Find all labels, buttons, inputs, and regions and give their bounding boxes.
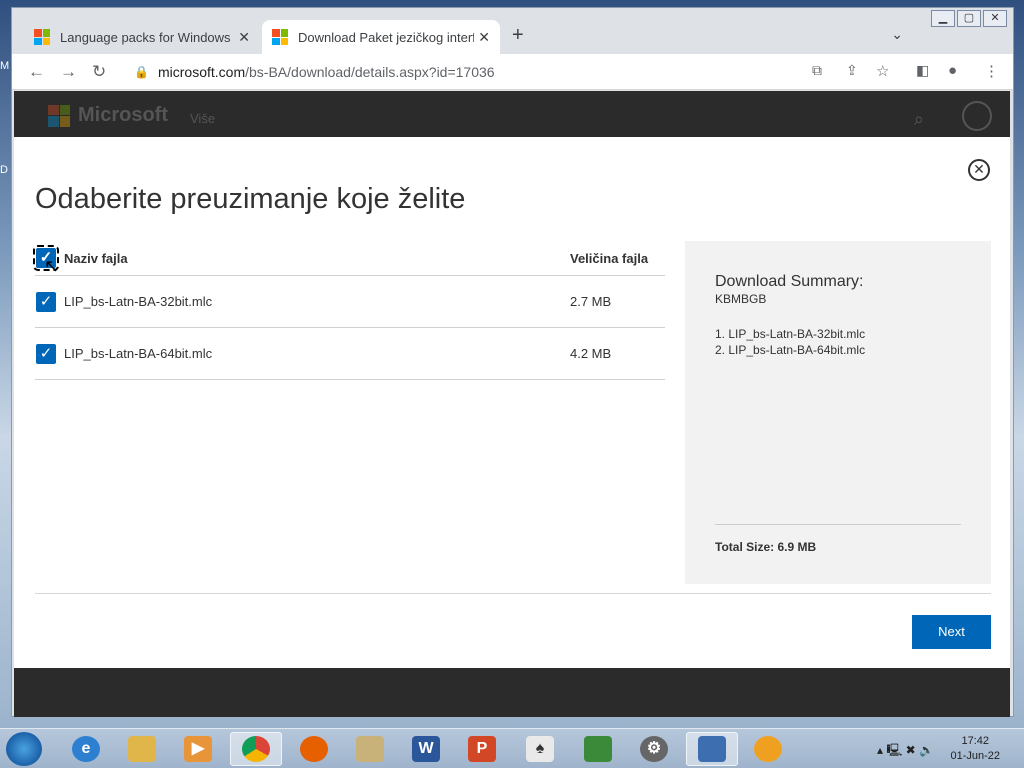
summary-divider — [715, 524, 961, 525]
list-item: 1. LIP_bs-Latn-BA-32bit.mlc — [715, 327, 866, 341]
close-window-button[interactable]: ✕ — [983, 10, 1007, 27]
address-bar[interactable]: 🔒 microsoft.com/bs-BA/download/details.a… — [122, 58, 902, 86]
profile-icon[interactable]: ● — [948, 62, 957, 79]
next-button[interactable]: Next — [912, 615, 991, 649]
file-checkbox[interactable]: ✓ — [36, 343, 56, 364]
browser-toolbar: ← → ↻ 🔒 microsoft.com/bs-BA/download/det… — [12, 54, 1013, 90]
taskbar: e ▶ W P ♠ ⚙ ▴ 🖳 ✖ 🔊 17:42 01-Jun-22 — [0, 728, 1024, 768]
menu-kebab-icon[interactable]: ⋮ — [984, 62, 999, 80]
desktop-icon-label: M — [0, 60, 10, 72]
site-footer — [14, 668, 1010, 717]
vpn-shield-icon[interactable] — [742, 732, 794, 766]
close-modal-icon[interactable]: ✕ — [968, 159, 990, 181]
word-icon[interactable]: W — [400, 732, 452, 766]
summary-list: 1. LIP_bs-Latn-BA-32bit.mlc 2. LIP_bs-La… — [715, 326, 865, 358]
file-name: LIP_bs-Latn-BA-32bit.mlc — [64, 294, 213, 309]
solitaire-icon[interactable]: ♠ — [514, 732, 566, 766]
internet-explorer-icon[interactable]: e — [60, 732, 112, 766]
tab-download-paket[interactable]: Download Paket jezičkog interfejsa ✕ — [262, 20, 500, 54]
clock-date: 01-Jun-22 — [950, 750, 1000, 762]
close-tab-icon[interactable]: ✕ — [238, 29, 250, 46]
tab-strip: Language packs for Windows ✕ Download Pa… — [12, 8, 1013, 54]
brand-text: Microsoft — [78, 104, 168, 126]
modal-title: Odaberite preuzimanje koje želite — [35, 183, 466, 215]
table-header: ✓ Naziv fajla Veličina fajla — [33, 241, 665, 276]
microsoft-logo-icon — [272, 29, 288, 45]
summary-units: KBMBGB — [715, 292, 767, 306]
microsoft-logo[interactable]: Microsoft — [48, 104, 168, 127]
clock[interactable]: 17:42 01-Jun-22 — [950, 734, 1000, 764]
microsoft-logo-icon — [48, 104, 70, 127]
search-icon[interactable]: ⌕ — [914, 109, 924, 130]
web-page: Microsoft Više ⌕ ✕ Odaberite preuzimanje… — [14, 91, 1010, 717]
window-controls: ▁ ▢ ✕ — [929, 10, 1007, 27]
col-name-header: Naziv fajla — [64, 250, 128, 266]
media-player-icon[interactable]: ▶ — [172, 732, 224, 766]
bookmark-star-icon[interactable]: ☆ — [876, 62, 889, 80]
firefox-icon[interactable] — [288, 732, 340, 766]
url-path: /bs-BA/download/details.aspx?id=17036 — [245, 64, 495, 80]
modal-divider — [35, 593, 991, 594]
table-row: ✓ LIP_bs-Latn-BA-64bit.mlc 4.2 MB — [35, 328, 665, 380]
reload-icon[interactable]: ↻ — [92, 62, 106, 82]
table-row: ✓ LIP_bs-Latn-BA-32bit.mlc 2.7 MB — [35, 276, 665, 328]
file-table: ✓ Naziv fajla Veličina fajla ✓ LIP_bs-La… — [33, 241, 665, 380]
minimize-button[interactable]: ▁ — [931, 10, 955, 27]
tab-title: Download Paket jezičkog interfejsa — [298, 29, 474, 45]
mouse-cursor-icon: ↖ — [44, 256, 60, 276]
tab-search-dropdown-icon[interactable]: ⌄ — [891, 26, 903, 43]
clock-time: 17:42 — [961, 735, 989, 747]
paint-icon[interactable] — [344, 732, 396, 766]
col-size-header: Veličina fajla — [570, 250, 649, 266]
file-name: LIP_bs-Latn-BA-64bit.mlc — [64, 346, 213, 361]
back-icon[interactable]: ← — [28, 62, 45, 82]
file-explorer-icon[interactable] — [116, 732, 168, 766]
start-button[interactable] — [6, 732, 42, 766]
microsoft-logo-icon — [34, 29, 50, 45]
account-icon[interactable] — [962, 101, 992, 131]
tab-language-packs[interactable]: Language packs for Windows ✕ — [24, 20, 260, 54]
new-tab-button[interactable]: + — [512, 24, 524, 47]
site-header: Microsoft Više ⌕ — [14, 91, 1010, 137]
file-size: 2.7 MB — [570, 294, 612, 309]
system-tray[interactable]: ▴ 🖳 ✖ 🔊 — [877, 741, 934, 762]
side-panel-icon[interactable]: ◧ — [916, 62, 929, 79]
list-item: 2. LIP_bs-Latn-BA-64bit.mlc — [715, 343, 866, 357]
app-icon[interactable] — [572, 732, 624, 766]
nav-more-link[interactable]: Više — [190, 111, 215, 126]
close-tab-icon[interactable]: ✕ — [478, 29, 490, 46]
file-checkbox[interactable]: ✓ — [36, 291, 56, 312]
file-size: 4.2 MB — [570, 346, 612, 361]
share-icon[interactable]: ⇪ — [846, 62, 858, 79]
tab-title: Language packs for Windows — [60, 29, 231, 45]
chrome-icon[interactable] — [230, 732, 282, 766]
url-host: microsoft.com — [158, 64, 246, 80]
forward-icon[interactable]: → — [60, 62, 77, 82]
browser-window: Language packs for Windows ✕ Download Pa… — [11, 7, 1014, 717]
desktop-icon-label: D — [0, 164, 8, 176]
total-size: Total Size: 6.9 MB — [715, 540, 817, 554]
settings-gear-icon[interactable]: ⚙ — [628, 732, 680, 766]
control-panel-icon[interactable] — [686, 732, 738, 766]
translate-icon[interactable]: ⧉ — [812, 62, 822, 79]
powerpoint-icon[interactable]: P — [456, 732, 508, 766]
maximize-button[interactable]: ▢ — [957, 10, 981, 27]
summary-title: Download Summary: — [715, 273, 864, 290]
lock-icon: 🔒 — [134, 65, 149, 79]
download-summary-panel: Download Summary: KBMBGB 1. LIP_bs-Latn-… — [685, 241, 991, 584]
